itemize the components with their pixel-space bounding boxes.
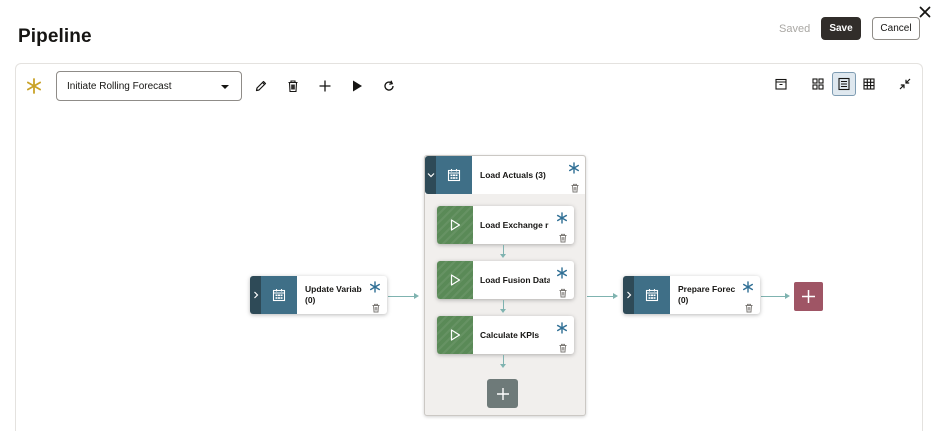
archive-icon[interactable] xyxy=(771,74,791,94)
pipeline-asterisk-icon xyxy=(25,77,43,95)
add-stage-button[interactable] xyxy=(794,282,823,311)
connector xyxy=(388,296,415,297)
stage-label: Prepare Forec xyxy=(678,284,736,294)
collapse-icon[interactable] xyxy=(895,74,915,94)
stage-label: Update Variab xyxy=(305,284,362,294)
chevron-down-icon xyxy=(221,85,229,89)
table-view-icon[interactable] xyxy=(859,74,879,94)
stage-card-prepare-forecast[interactable]: Prepare Forec (0) xyxy=(623,276,760,314)
arrow-right-icon xyxy=(785,293,790,299)
job-card-load-fusion-data[interactable]: Load Fusion Data xyxy=(437,261,574,299)
calendar-grid-icon xyxy=(436,156,472,194)
asterisk-icon[interactable] xyxy=(369,280,381,293)
run-icon[interactable] xyxy=(347,76,367,96)
play-job-icon xyxy=(437,261,473,299)
refresh-icon[interactable] xyxy=(379,76,399,96)
job-label: Load Fusion Data xyxy=(480,275,550,285)
chevron-down-icon[interactable] xyxy=(425,156,436,194)
trash-icon[interactable] xyxy=(558,340,568,353)
job-label: Load Exchange r xyxy=(480,220,549,230)
job-card-load-exchange-rates[interactable]: Load Exchange r xyxy=(437,206,574,244)
connector xyxy=(587,296,614,297)
stage-count: (0) xyxy=(678,295,689,305)
arrow-down-icon xyxy=(500,364,506,368)
page-title: Pipeline xyxy=(18,26,92,47)
cancel-button[interactable]: Cancel xyxy=(872,17,920,40)
play-job-icon xyxy=(437,206,473,244)
add-icon[interactable] xyxy=(315,76,335,96)
job-card-calculate-kpis[interactable]: Calculate KPIs xyxy=(437,316,574,354)
calendar-grid-icon xyxy=(634,276,670,314)
delete-icon[interactable] xyxy=(283,76,303,96)
group-label: Load Actuals (3) xyxy=(480,170,546,180)
expand-toggle[interactable] xyxy=(623,276,634,314)
grid-view-icon[interactable] xyxy=(808,74,828,94)
trash-icon[interactable] xyxy=(744,300,754,313)
add-job-button[interactable] xyxy=(487,379,518,408)
arrow-right-icon xyxy=(414,293,419,299)
connector xyxy=(761,296,786,297)
asterisk-icon[interactable] xyxy=(742,280,754,293)
trash-icon[interactable] xyxy=(558,285,568,298)
pipeline-select[interactable]: Initiate Rolling Forecast xyxy=(56,71,242,101)
asterisk-icon[interactable] xyxy=(568,161,580,174)
saved-status: Saved xyxy=(779,23,811,35)
asterisk-icon[interactable] xyxy=(556,321,568,334)
stage-count: (0) xyxy=(305,295,316,305)
stage-card-update-variables[interactable]: Update Variab (0) xyxy=(250,276,387,314)
job-label: Calculate KPIs xyxy=(480,330,540,340)
expand-toggle[interactable] xyxy=(250,276,261,314)
asterisk-icon[interactable] xyxy=(556,211,568,224)
play-job-icon xyxy=(437,316,473,354)
trash-icon[interactable] xyxy=(570,180,580,193)
pipeline-select-value: Initiate Rolling Forecast xyxy=(67,81,172,92)
list-view-icon[interactable] xyxy=(832,72,856,96)
calendar-grid-icon xyxy=(261,276,297,314)
edit-icon[interactable] xyxy=(251,76,271,96)
arrow-right-icon xyxy=(613,293,618,299)
arrow-down-icon xyxy=(500,254,506,258)
arrow-down-icon xyxy=(500,309,506,313)
save-button[interactable]: Save xyxy=(821,17,861,40)
asterisk-icon[interactable] xyxy=(556,266,568,279)
trash-icon[interactable] xyxy=(371,300,381,313)
group-header[interactable]: Load Actuals (3) xyxy=(425,156,585,194)
trash-icon[interactable] xyxy=(558,230,568,243)
